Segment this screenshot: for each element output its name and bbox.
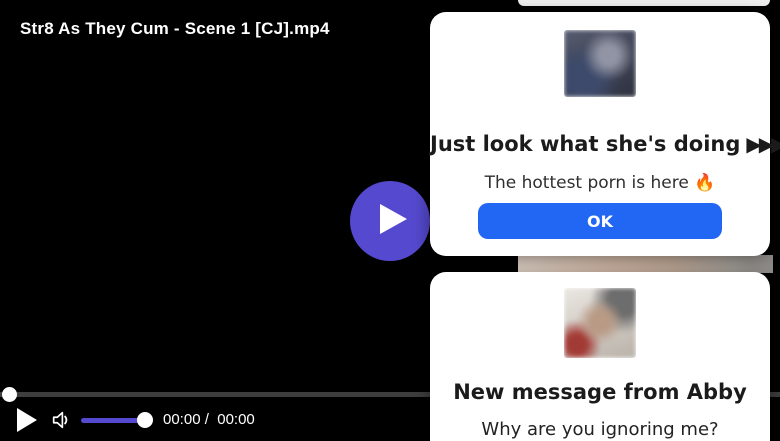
big-play-button[interactable] <box>350 181 430 261</box>
fire-emoji-icon: 🔥 <box>694 173 716 193</box>
popup-ad-1-thumbnail[interactable] <box>564 30 636 97</box>
current-time: 00:00 <box>163 411 201 428</box>
play-icon <box>374 204 407 238</box>
play-icon <box>17 408 37 436</box>
triple-play-arrows-icon: ▶▶▶ <box>746 132 780 156</box>
popup-ad-2-message: Why are you ignoring me? <box>481 419 719 440</box>
popup-card-partial <box>518 0 770 6</box>
play-button[interactable] <box>17 408 37 432</box>
popup-ad-2-thumbnail[interactable] <box>564 288 636 358</box>
duration: 00:00 <box>217 411 255 428</box>
volume-handle[interactable] <box>137 412 153 428</box>
time-display: 00:00 / 00:00 <box>163 411 255 428</box>
popup-ad-1-subtitle: The hottest porn is here 🔥 <box>484 173 716 193</box>
photo-placeholder <box>564 288 636 358</box>
popup-ad-2[interactable]: New message from Abby Why are you ignori… <box>430 272 770 441</box>
video-title: Str8 As They Cum - Scene 1 [CJ].mp4 <box>20 19 330 38</box>
popup-ad-1[interactable]: Just look what she's doing ▶▶▶ The hottes… <box>430 12 780 256</box>
speaker-icon <box>50 411 72 435</box>
background-ad-image <box>518 255 773 273</box>
volume-slider[interactable] <box>81 418 145 423</box>
volume-button[interactable] <box>50 409 72 431</box>
ok-button[interactable]: OK <box>478 203 722 239</box>
page: Str8 As They Cum - Scene 1 [CJ].mp4 00:0… <box>0 0 780 441</box>
popup-ad-2-title: New message from Abby <box>453 380 747 404</box>
popup-ad-1-title: Just look what she's doing ▶▶▶ <box>430 134 780 155</box>
photo-placeholder <box>564 30 636 97</box>
